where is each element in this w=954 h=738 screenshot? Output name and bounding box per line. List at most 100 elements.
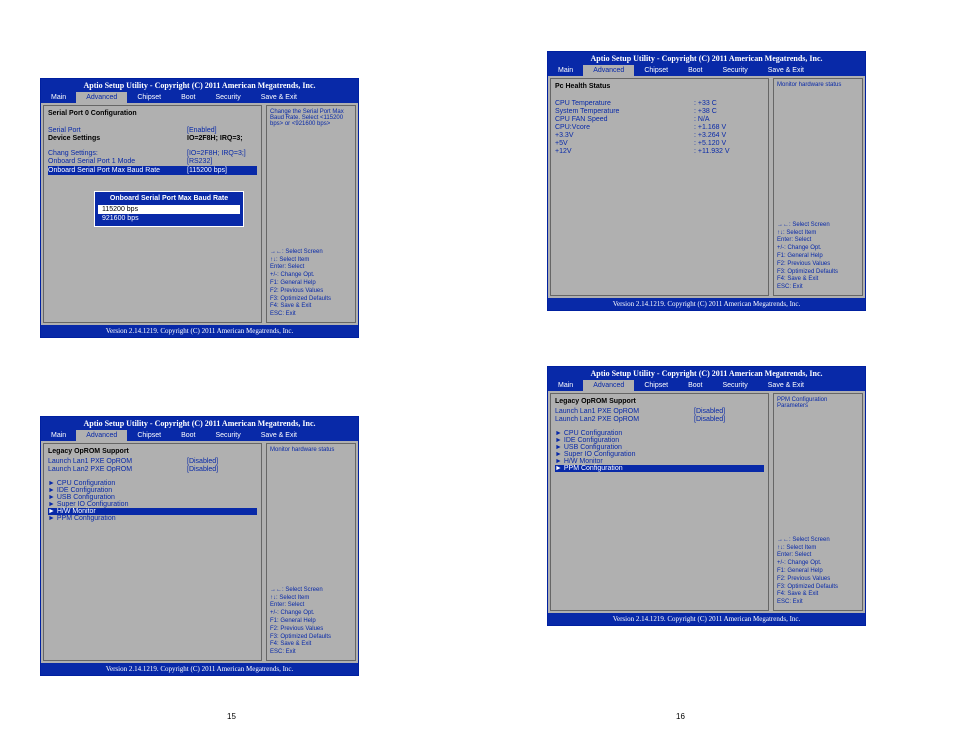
- section-heading: Legacy OpROM Support: [48, 448, 257, 455]
- bios-panel-hwmon: Aptio Setup Utility - Copyright (C) 2011…: [40, 416, 359, 676]
- submenu-ide[interactable]: ► IDE Configuration: [555, 437, 764, 444]
- row-change-settings[interactable]: Chang Settings:[IO=2F8H; IRQ=3;]: [48, 150, 257, 157]
- popup-option-921600[interactable]: 921600 bps: [98, 214, 240, 223]
- tab-advanced[interactable]: Advanced: [76, 430, 127, 441]
- key-hint: ESC: Exit: [270, 649, 352, 657]
- tab-boot[interactable]: Boot: [678, 65, 712, 76]
- value: : +11.932 V: [694, 148, 764, 155]
- tab-security[interactable]: Security: [205, 430, 250, 441]
- right-pane: PPM Configuration Parameters →←: Select …: [773, 393, 863, 611]
- label: CPU FAN Speed: [555, 116, 694, 123]
- row-cpu-temp: CPU Temperature: +33 C: [555, 100, 764, 107]
- submenu-label: Super IO Configuration: [564, 451, 636, 458]
- value: [Enabled]: [187, 127, 257, 134]
- tab-save-exit[interactable]: Save & Exit: [758, 380, 814, 391]
- version-footer: Version 2.14.1219. Copyright (C) 2011 Am…: [41, 325, 358, 337]
- key-hint: ESC: Exit: [270, 311, 352, 319]
- arrow-icon: ►: [48, 480, 57, 487]
- row-max-baud-selected[interactable]: Onboard Serial Port Max Baud Rate[115200…: [48, 166, 257, 175]
- help-text: Monitor hardware status: [777, 82, 859, 88]
- submenu-usb[interactable]: ► USB Configuration: [48, 494, 257, 501]
- tab-main[interactable]: Main: [41, 92, 76, 103]
- submenu-cpu[interactable]: ► CPU Configuration: [48, 480, 257, 487]
- title-bar: Aptio Setup Utility - Copyright (C) 2011…: [548, 367, 865, 380]
- baud-rate-popup[interactable]: Onboard Serial Port Max Baud Rate 115200…: [94, 191, 244, 227]
- bios-panel-health: Aptio Setup Utility - Copyright (C) 2011…: [547, 51, 866, 311]
- tab-chipset[interactable]: Chipset: [127, 92, 171, 103]
- arrow-icon: ►: [48, 487, 57, 494]
- tab-security[interactable]: Security: [712, 65, 757, 76]
- tab-advanced[interactable]: Advanced: [583, 380, 634, 391]
- tab-chipset[interactable]: Chipset: [634, 380, 678, 391]
- value: [IO=2F8H; IRQ=3;]: [187, 150, 257, 157]
- tab-advanced[interactable]: Advanced: [76, 92, 127, 103]
- submenu-cpu[interactable]: ► CPU Configuration: [555, 430, 764, 437]
- row-lan2-oprom[interactable]: Launch Lan2 PXE OpROM[Disabled]: [48, 466, 257, 473]
- value: : +5.120 V: [694, 140, 764, 147]
- key-hint: +/-: Change Opt.: [270, 272, 352, 280]
- tab-main[interactable]: Main: [548, 380, 583, 391]
- tab-advanced[interactable]: Advanced: [583, 65, 634, 76]
- tab-security[interactable]: Security: [712, 380, 757, 391]
- key-hint: F1: General Help: [777, 253, 859, 261]
- tab-save-exit[interactable]: Save & Exit: [251, 430, 307, 441]
- row-lan2-oprom[interactable]: Launch Lan2 PXE OpROM[Disabled]: [555, 416, 764, 423]
- key-hint: ESC: Exit: [777, 284, 859, 292]
- tab-chipset[interactable]: Chipset: [127, 430, 171, 441]
- submenu-ppm-selected[interactable]: ► PPM Configuration: [555, 465, 764, 472]
- left-pane: Serial Port 0 Configuration Serial Port[…: [43, 105, 262, 323]
- row-lan1-oprom[interactable]: Launch Lan1 PXE OpROM[Disabled]: [48, 458, 257, 465]
- submenu-superio[interactable]: ► Super IO Configuration: [48, 501, 257, 508]
- arrow-icon: ►: [555, 458, 564, 465]
- tab-boot[interactable]: Boot: [678, 380, 712, 391]
- row-fan-speed: CPU FAN Speed: N/A: [555, 116, 764, 123]
- tab-main[interactable]: Main: [548, 65, 583, 76]
- submenu-label: PPM Configuration: [57, 515, 116, 522]
- submenu-hwmon[interactable]: ► H/W Monitor: [555, 458, 764, 465]
- submenu-ppm[interactable]: ► PPM Configuration: [48, 515, 257, 522]
- content-area: Legacy OpROM Support Launch Lan1 PXE OpR…: [548, 391, 865, 613]
- right-pane: Monitor hardware status →←: Select Scree…: [266, 443, 356, 661]
- tab-save-exit[interactable]: Save & Exit: [251, 92, 307, 103]
- submenu-label: PPM Configuration: [564, 465, 623, 472]
- label: Launch Lan1 PXE OpROM: [48, 458, 187, 465]
- arrow-icon: ►: [48, 515, 57, 522]
- value: : +3.264 V: [694, 132, 764, 139]
- key-hint: F1: General Help: [777, 568, 859, 576]
- row-serial-port[interactable]: Serial Port[Enabled]: [48, 127, 257, 134]
- label: CPU:Vcore: [555, 124, 694, 131]
- arrow-icon: ►: [48, 508, 57, 515]
- version-footer: Version 2.14.1219. Copyright (C) 2011 Am…: [548, 298, 865, 310]
- submenu-ide[interactable]: ► IDE Configuration: [48, 487, 257, 494]
- submenu-label: CPU Configuration: [564, 430, 622, 437]
- tab-boot[interactable]: Boot: [171, 92, 205, 103]
- tab-main[interactable]: Main: [41, 430, 76, 441]
- version-footer: Version 2.14.1219. Copyright (C) 2011 Am…: [548, 613, 865, 625]
- popup-option-115200[interactable]: 115200 bps: [98, 205, 240, 214]
- page-number-left: 15: [227, 712, 236, 721]
- tab-security[interactable]: Security: [205, 92, 250, 103]
- tab-save-exit[interactable]: Save & Exit: [758, 65, 814, 76]
- tab-boot[interactable]: Boot: [171, 430, 205, 441]
- key-hint: F1: General Help: [270, 618, 352, 626]
- tab-bar: Main Advanced Chipset Boot Security Save…: [548, 380, 865, 391]
- submenu-hwmon-selected[interactable]: ► H/W Monitor: [48, 508, 257, 515]
- submenu-usb[interactable]: ► USB Configuration: [555, 444, 764, 451]
- submenu-label: H/W Monitor: [57, 508, 96, 515]
- title-bar: Aptio Setup Utility - Copyright (C) 2011…: [41, 79, 358, 92]
- tab-bar: Main Advanced Chipset Boot Security Save…: [41, 92, 358, 103]
- submenu-superio[interactable]: ► Super IO Configuration: [555, 451, 764, 458]
- key-hint: F4: Save & Exit: [777, 591, 859, 599]
- page-number-right: 16: [676, 712, 685, 721]
- key-hint: F2: Previous Values: [270, 626, 352, 634]
- label: Onboard Serial Port Max Baud Rate: [48, 167, 187, 174]
- right-pane: Monitor hardware status →←: Select Scree…: [773, 78, 863, 296]
- row-lan1-oprom[interactable]: Launch Lan1 PXE OpROM[Disabled]: [555, 408, 764, 415]
- label: Launch Lan1 PXE OpROM: [555, 408, 694, 415]
- value: [Disabled]: [694, 416, 764, 423]
- key-hint: F2: Previous Values: [777, 261, 859, 269]
- row-port-mode[interactable]: Onboard Serial Port 1 Mode[RS232]: [48, 158, 257, 165]
- key-hint: Enter: Select: [777, 552, 859, 560]
- key-hint: ↑↓: Select Item: [777, 230, 859, 238]
- tab-chipset[interactable]: Chipset: [634, 65, 678, 76]
